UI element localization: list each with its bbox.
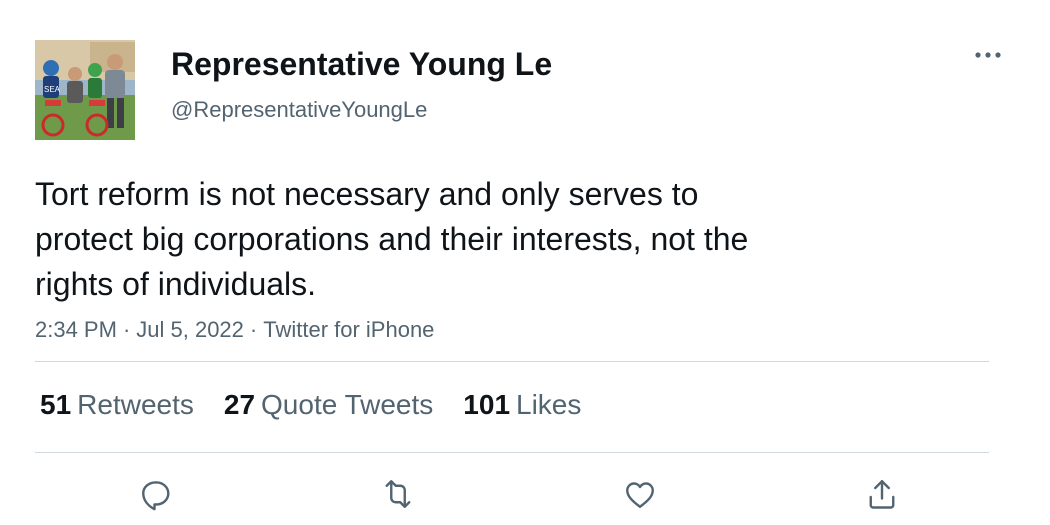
tweet-time[interactable]: 2:34 PM — [35, 317, 117, 342]
tweet-source[interactable]: Twitter for iPhone — [263, 317, 434, 342]
avatar[interactable]: SEA — [35, 40, 135, 140]
tweet-date[interactable]: Jul 5, 2022 — [136, 317, 244, 342]
author-display-name[interactable]: Representative Young Le — [171, 44, 552, 84]
retweets-stat[interactable]: 51 Retweets — [40, 388, 194, 422]
likes-stat[interactable]: 101 Likes — [463, 388, 581, 422]
share-icon[interactable] — [862, 474, 902, 514]
likes-label: Likes — [516, 389, 582, 420]
tweet-text: Tort reform is not necessary and only se… — [35, 176, 749, 302]
more-options-icon[interactable] — [968, 40, 1008, 70]
quote-tweets-label: Quote Tweets — [261, 389, 434, 420]
retweets-count: 51 — [40, 389, 72, 420]
engagement-stats: 51 Retweets 27 Quote Tweets 101 Likes — [40, 388, 611, 422]
tweet-card: SEA Representative Young Le @Representat… — [0, 0, 1050, 525]
meta-separator: · — [249, 317, 258, 342]
retweet-icon[interactable] — [378, 474, 418, 514]
likes-count: 101 — [463, 389, 511, 420]
like-icon[interactable] — [620, 474, 660, 514]
tweet-meta: 2:34 PM · Jul 5, 2022 · Twitter for iPhone — [35, 316, 434, 344]
retweets-label: Retweets — [77, 389, 194, 420]
quote-tweets-stat[interactable]: 27 Quote Tweets — [224, 388, 433, 422]
meta-separator: · — [122, 317, 131, 342]
quote-tweets-count: 27 — [223, 389, 256, 420]
svg-text:SEA: SEA — [44, 85, 61, 94]
author-handle[interactable]: @RepresentativeYoungLe — [171, 96, 427, 124]
reply-icon[interactable] — [136, 474, 176, 514]
divider — [35, 361, 989, 362]
divider — [35, 452, 989, 453]
